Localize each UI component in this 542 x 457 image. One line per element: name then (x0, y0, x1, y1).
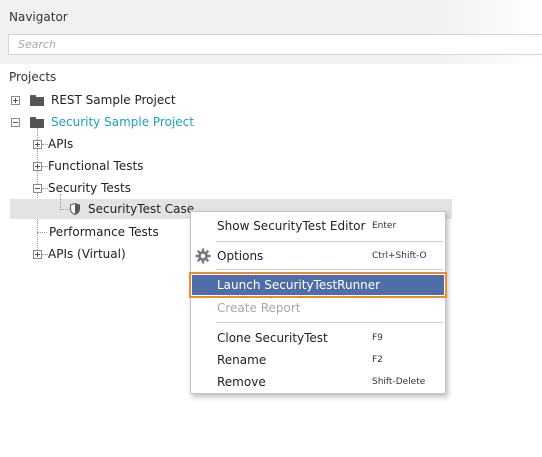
shield-icon (70, 202, 80, 216)
navigator-title: Navigator (9, 10, 68, 24)
context-menu: Show SecurityTest Editor Enter Options C… (189, 211, 447, 394)
expand-icon[interactable] (33, 139, 42, 149)
collapse-icon[interactable] (33, 183, 42, 193)
collapse-icon[interactable] (11, 117, 20, 127)
folder-icon (30, 116, 44, 128)
tree-item-label: SecurityTest Case (88, 202, 195, 216)
menu-item-clone[interactable]: Clone SecurityTest F9 (191, 327, 445, 349)
tree-item-securitytest-case[interactable]: SecurityTest Case (61, 199, 194, 219)
menu-separator (216, 241, 443, 242)
search-box[interactable] (8, 34, 542, 55)
tree-item-label: REST Sample Project (51, 93, 176, 107)
tree-item-label: Functional Tests (48, 159, 144, 173)
search-input[interactable] (9, 35, 542, 54)
menu-item-rename[interactable]: Rename F2 (191, 349, 445, 371)
tree-item-rest-project[interactable]: REST Sample Project (11, 90, 176, 110)
menu-item-launch-runner[interactable]: Launch SecurityTestRunner (189, 272, 447, 298)
tree-item-security-project[interactable]: Security Sample Project (11, 112, 194, 132)
tree-item-security-tests[interactable]: Security Tests (33, 178, 131, 198)
menu-separator (216, 269, 443, 270)
tree-item-apis-virtual[interactable]: APIs (Virtual) (33, 244, 126, 264)
tree-item-functional-tests[interactable]: Functional Tests (33, 156, 143, 176)
folder-icon (30, 94, 44, 106)
gear-icon (195, 248, 211, 264)
menu-item-create-report: Create Report (217, 301, 301, 315)
expand-icon[interactable] (11, 95, 20, 105)
menu-item-options[interactable]: Options Ctrl+Shift-O (191, 245, 445, 267)
tree-item-label: APIs (48, 137, 74, 151)
navigator-header: Navigator (0, 0, 542, 64)
menu-separator (216, 322, 443, 323)
tree-item-label: Performance Tests (49, 225, 159, 239)
tree-item-performance-tests[interactable]: Performance Tests (37, 222, 159, 242)
tree-item-label: Security Sample Project (51, 115, 194, 129)
expand-icon[interactable] (33, 161, 42, 171)
tree-item-label: Security Tests (48, 181, 131, 195)
tree-item-apis[interactable]: APIs (33, 134, 73, 154)
menu-item-remove[interactable]: Remove Shift-Delete (191, 371, 445, 393)
menu-item-show-editor[interactable]: Show SecurityTest Editor Enter (191, 215, 445, 237)
tree-item-label: APIs (Virtual) (48, 247, 126, 261)
expand-icon[interactable] (33, 249, 42, 259)
projects-label: Projects (9, 70, 57, 84)
